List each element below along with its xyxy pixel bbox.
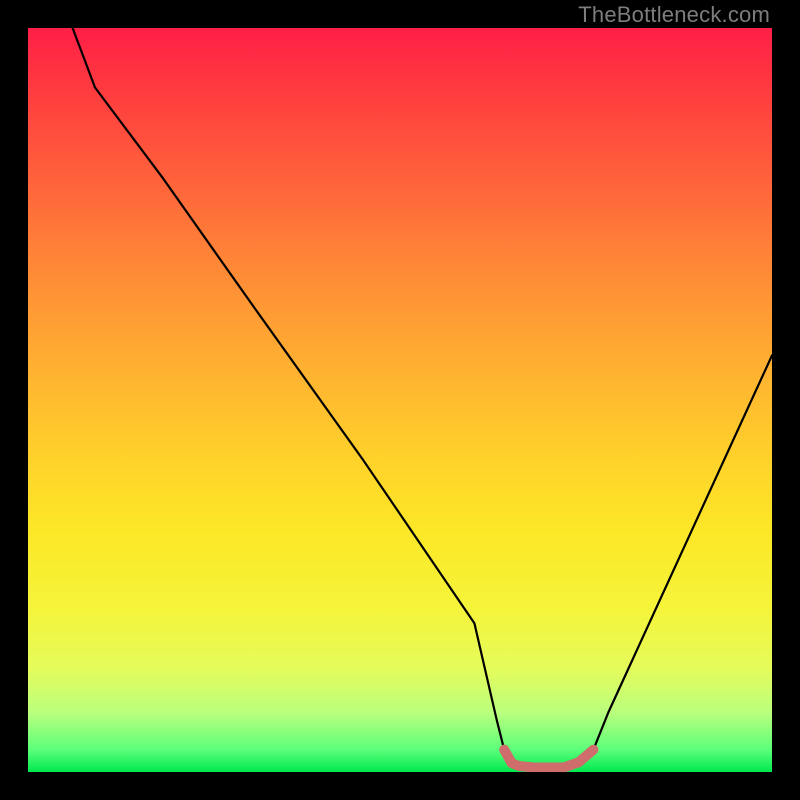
chart-svg [28, 28, 772, 772]
highlight-segment [504, 750, 593, 768]
bottleneck-curve [73, 28, 772, 768]
watermark-text: TheBottleneck.com [578, 2, 770, 28]
chart-frame: TheBottleneck.com [0, 0, 800, 800]
chart-plot-area [28, 28, 772, 772]
